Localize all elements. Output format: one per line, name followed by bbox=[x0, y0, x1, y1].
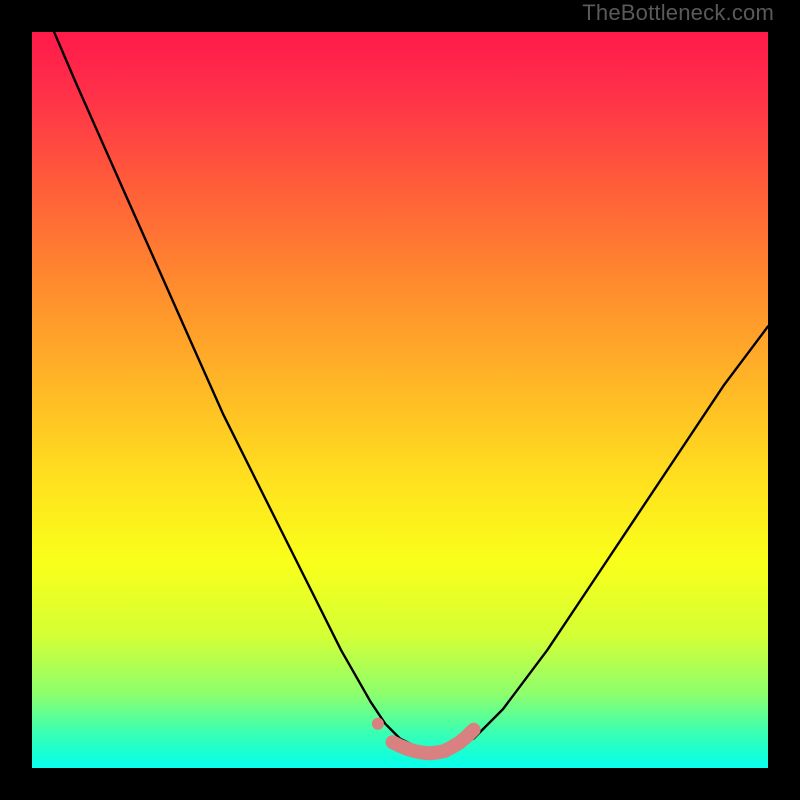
bottleneck-curve bbox=[54, 32, 768, 753]
valley-markers bbox=[372, 718, 474, 754]
chart-frame bbox=[20, 20, 780, 780]
valley-marker-stroke bbox=[393, 730, 474, 754]
plot-area bbox=[32, 32, 768, 768]
valley-marker-dot bbox=[372, 718, 384, 730]
curve-layer bbox=[32, 32, 768, 768]
